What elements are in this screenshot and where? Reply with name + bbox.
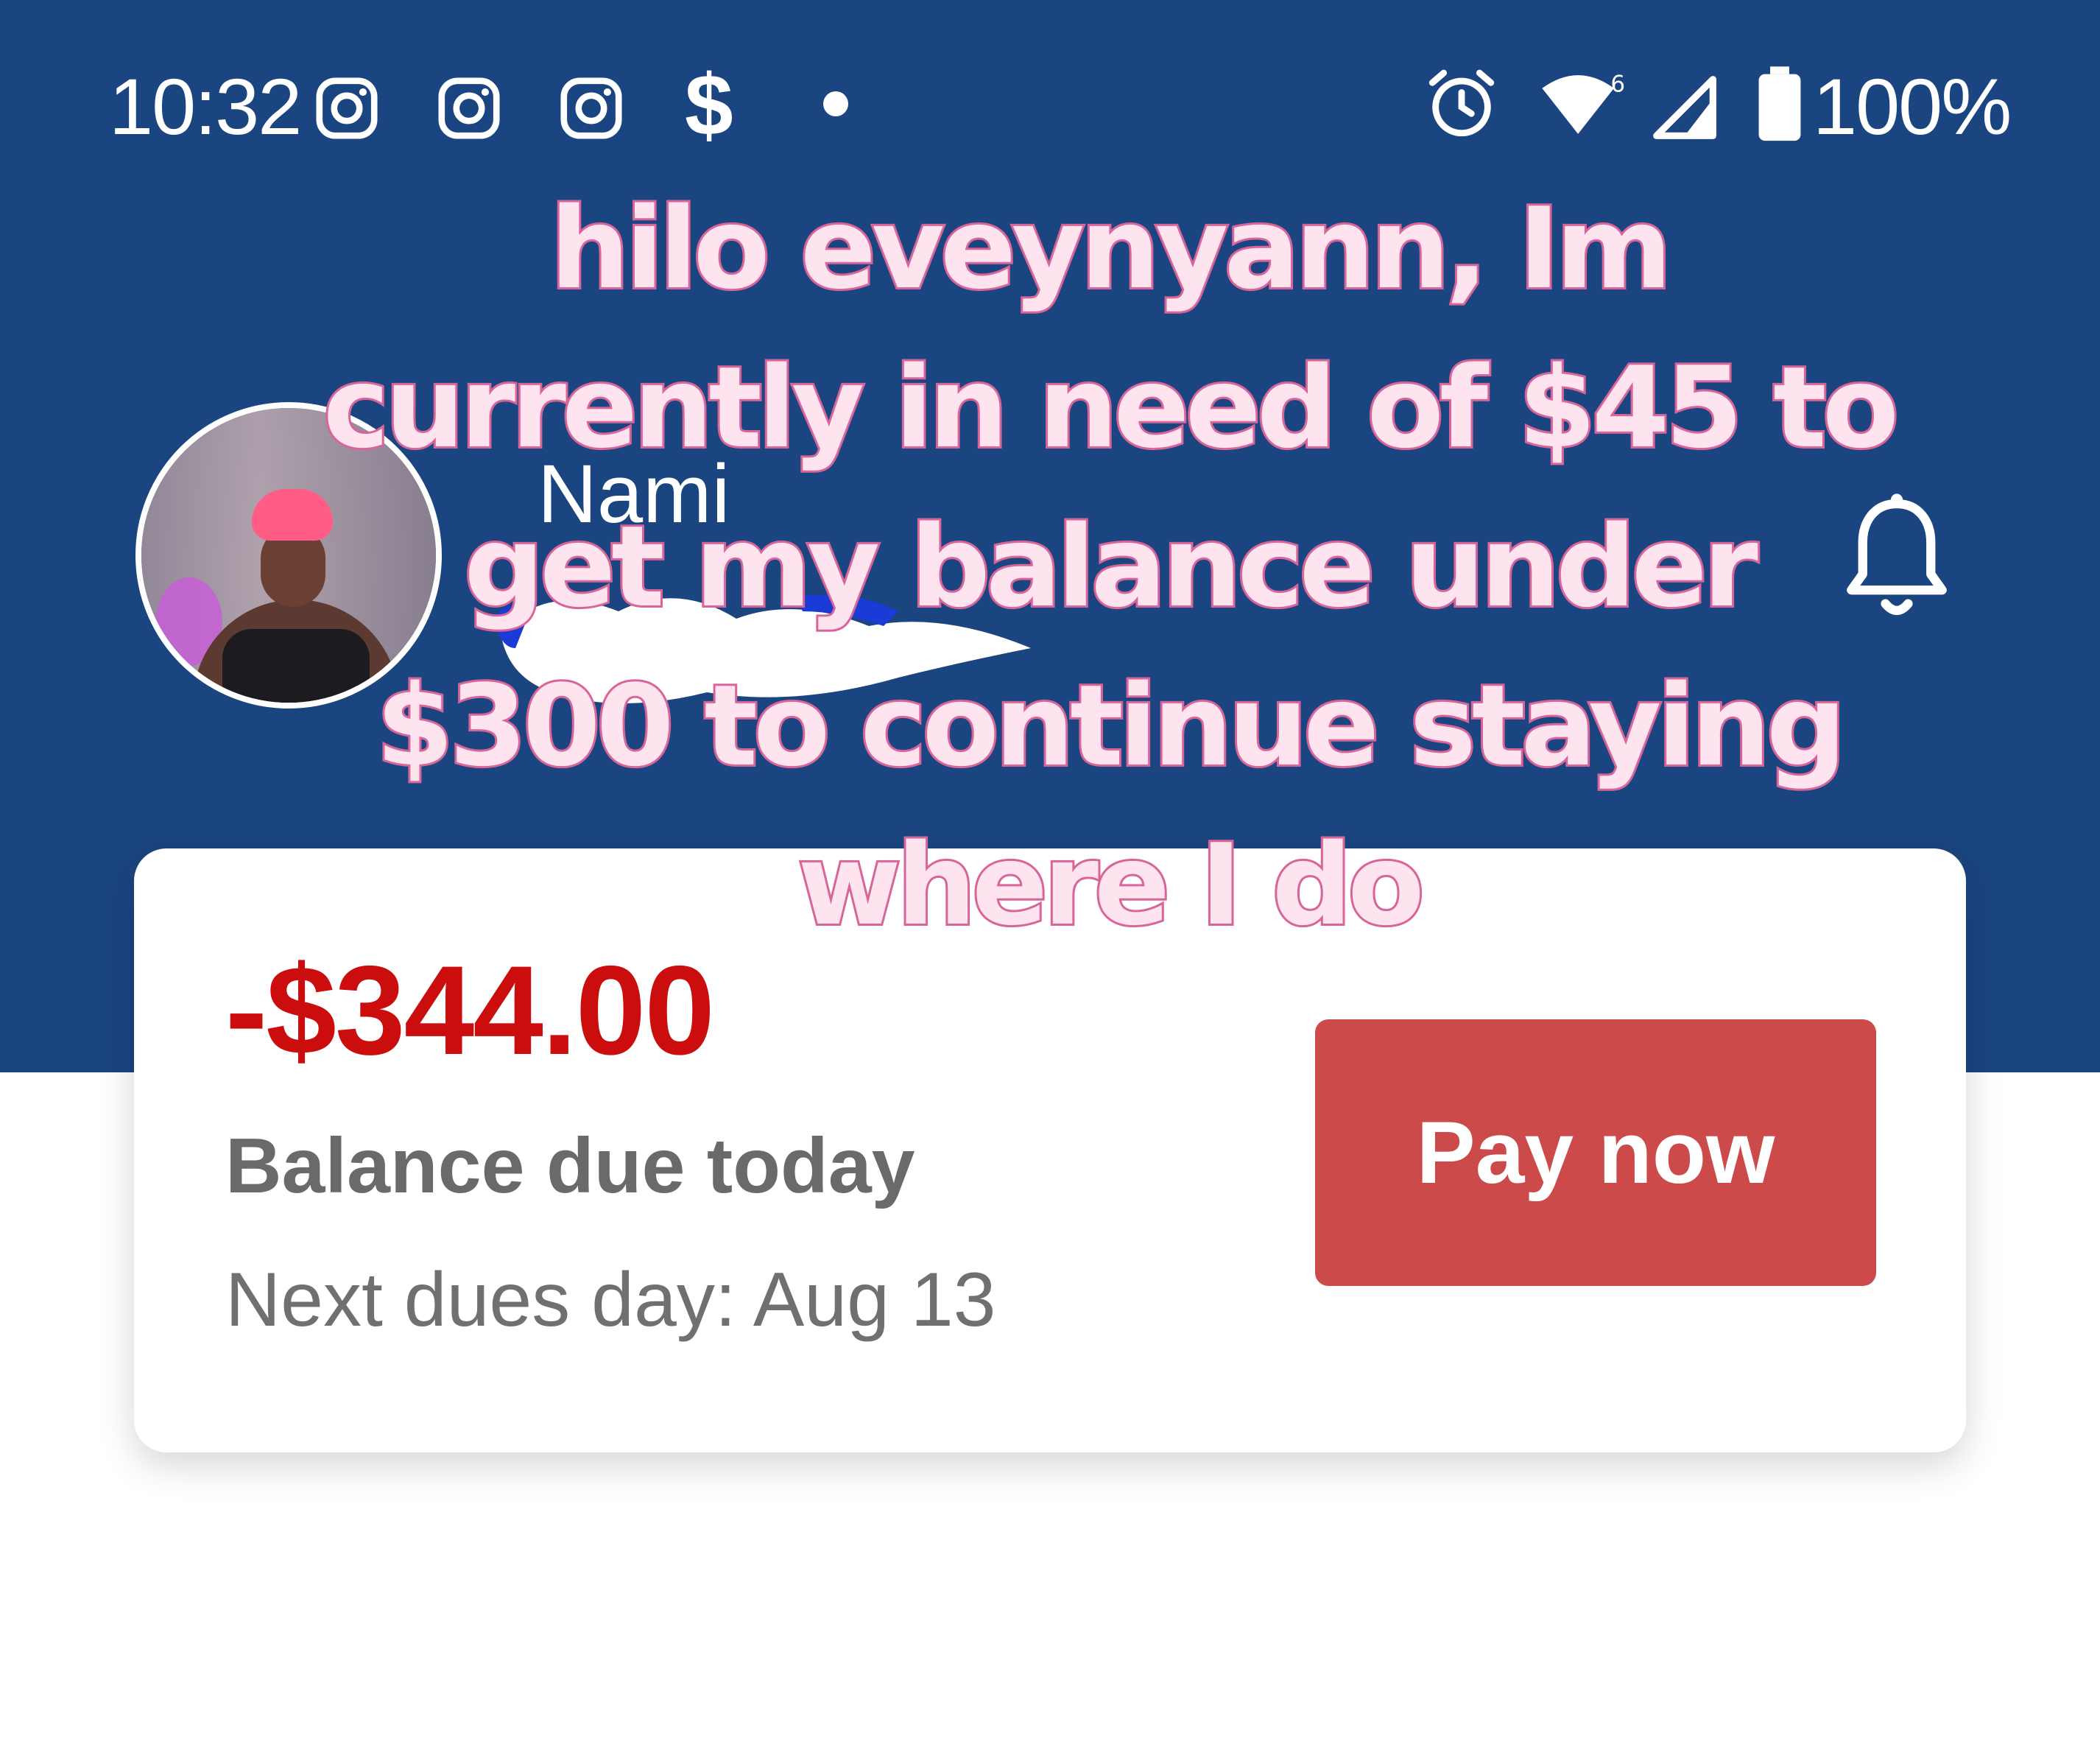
overlay-caption: hilo eveynyann, Im currently in need of … (314, 169, 1904, 965)
battery-icon (1758, 66, 1801, 141)
battery-percent: 100% (1813, 62, 2012, 151)
balance-label: Balance due today (225, 1122, 915, 1209)
alarm-icon (1428, 69, 1495, 137)
dollar-sign-icon: $ (685, 57, 733, 154)
caption-line: $300 to continue staying (373, 658, 1848, 793)
instagram-icon (316, 77, 378, 139)
instagram-icon (438, 77, 500, 139)
wifi-icon: 6 (1542, 71, 1625, 134)
caption-line: get my balance under (462, 499, 1761, 634)
caption-line: where I do (795, 818, 1426, 952)
status-time: 10:32 (109, 62, 302, 151)
svg-text:6: 6 (1610, 71, 1625, 97)
instagram-icon (560, 77, 622, 139)
cell-signal-icon (1653, 76, 1716, 139)
caption-line: hilo eveynyann, Im (548, 181, 1674, 316)
pay-now-button[interactable]: Pay now (1315, 1019, 1876, 1286)
dot-icon (823, 91, 848, 116)
caption-line: currently in need of $45 to (321, 340, 1901, 475)
next-dues-date: Next dues day: Aug 13 (225, 1257, 996, 1343)
